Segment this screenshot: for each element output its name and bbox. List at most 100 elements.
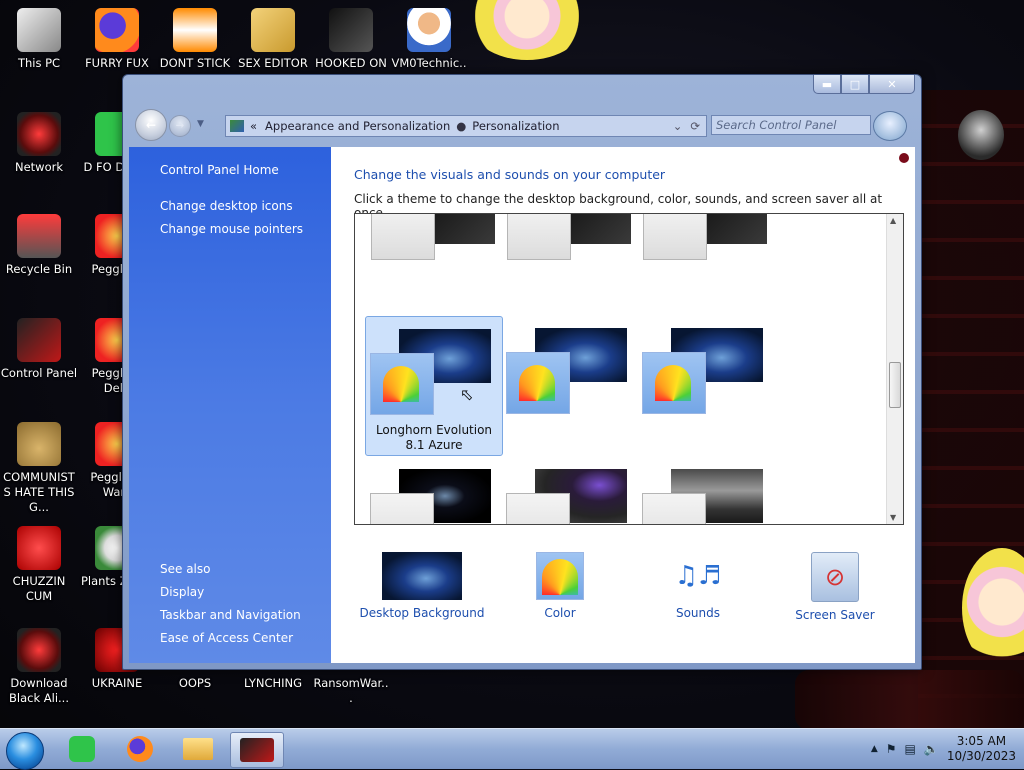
- theme-tile[interactable]: [641, 328, 777, 418]
- money-bag-icon: [17, 422, 61, 466]
- desktop-icon[interactable]: COMMUNISTS HATE THIS G...: [0, 422, 78, 515]
- theme-tile[interactable]: [369, 469, 505, 524]
- desktop-icon-label: DONT STICK: [159, 56, 231, 70]
- vlc-cone-icon: [173, 8, 217, 52]
- desktop-icon[interactable]: This PC: [0, 8, 78, 71]
- desktop-icon[interactable]: HOOKED ON: [312, 8, 390, 71]
- back-button[interactable]: ←: [135, 109, 167, 141]
- change-mouse-pointers-link[interactable]: Change mouse pointers: [160, 222, 303, 236]
- theme-tile[interactable]: [369, 214, 505, 260]
- help-icon[interactable]: [873, 111, 907, 141]
- window-caption-buttons: ▬ □ ✕: [813, 75, 915, 94]
- control-panel-window: ▬ □ ✕ ← → ▼ « Appearance and Personaliza…: [122, 74, 922, 670]
- sounds-label: Sounds: [675, 606, 721, 620]
- color-fan-icon: [655, 365, 691, 401]
- maze-game-icon: [329, 8, 373, 52]
- theme-gallery: Longhorn Evolution 8.1 Azure ⬁ ▲ ▼: [354, 213, 904, 525]
- ease-of-access-link[interactable]: Ease of Access Center: [160, 631, 293, 645]
- taskbar-app-control-panel[interactable]: [230, 732, 284, 768]
- status-dot-icon: [899, 153, 909, 163]
- file-explorer-icon: [183, 738, 213, 760]
- close-button[interactable]: ✕: [869, 75, 915, 94]
- scroll-down-icon[interactable]: ▼: [890, 513, 896, 522]
- display-link[interactable]: Display: [160, 585, 204, 599]
- maximize-icon: □: [849, 77, 861, 91]
- desktop-icon-label: LYNCHING: [243, 676, 303, 690]
- start-orb-icon[interactable]: [6, 732, 44, 770]
- forward-button[interactable]: →: [169, 115, 191, 137]
- desktop-icon-label: This PC: [17, 56, 61, 70]
- theme-tile[interactable]: [505, 214, 641, 260]
- main-content: Change the visuals and sounds on your co…: [331, 147, 915, 663]
- color-fan-icon: [383, 366, 419, 402]
- desktop-icon-label: RansomWar...: [313, 676, 389, 705]
- alien-orb-icon: [17, 628, 61, 672]
- desktop-background-button[interactable]: Desktop Background: [357, 552, 487, 620]
- theme-tile[interactable]: [641, 469, 777, 524]
- desktop-icon[interactable]: Network: [0, 112, 78, 175]
- theme-name-line2: 8.1 Azure: [405, 438, 463, 452]
- desktop-icon[interactable]: Download Black Ali...: [0, 628, 78, 706]
- desktop-icon[interactable]: Recycle Bin: [0, 214, 78, 277]
- wallpaper-art-bottom: [795, 670, 1024, 730]
- breadcrumb-personalization[interactable]: Personalization: [472, 119, 559, 133]
- address-dropdown-icon[interactable]: ⌄: [673, 119, 683, 133]
- theme-color-swatch: [506, 493, 570, 524]
- recycle-bin-icon: [17, 214, 61, 258]
- taskbar-app-firefox[interactable]: [114, 732, 166, 766]
- clock[interactable]: 3:05 AM 10/30/2023: [947, 734, 1016, 764]
- theme-tile[interactable]: [505, 469, 641, 524]
- network-icon[interactable]: ▤: [905, 742, 916, 756]
- chuzzle-icon: [17, 526, 61, 570]
- theme-color-swatch: [506, 352, 570, 414]
- desktop-icon-label: SEX EDITOR: [238, 56, 308, 70]
- theme-tile[interactable]: [505, 328, 641, 418]
- minimize-button[interactable]: ▬: [813, 75, 841, 94]
- desktop-icon[interactable]: CHUZZIN CUM: [0, 526, 78, 604]
- control-panel-small-icon: [230, 120, 244, 132]
- action-center-flag-icon[interactable]: ⚑: [886, 742, 897, 756]
- taskbar-app-explorer[interactable]: [172, 732, 224, 766]
- recent-pages-icon[interactable]: ▼: [197, 119, 204, 129]
- screen-saver-button[interactable]: ⊘ Screen Saver: [770, 552, 900, 622]
- color-button[interactable]: Color: [495, 552, 625, 620]
- desktop-icon-label: COMMUNISTS HATE THIS G...: [3, 470, 75, 514]
- system-tray: ▲ ⚑ ▤ 🔈 3:05 AM 10/30/2023: [871, 729, 1016, 769]
- theme-color-swatch: [370, 493, 434, 524]
- gallery-scrollbar[interactable]: ▲ ▼: [886, 214, 903, 524]
- desktop-icon-label: Control Panel: [0, 366, 78, 380]
- cartoon-character-image: [468, 0, 586, 60]
- screen-saver-icon: ⊘: [811, 552, 859, 602]
- taskbar-navigation-link[interactable]: Taskbar and Navigation: [160, 608, 301, 622]
- clock-time: 3:05 AM: [956, 734, 1007, 748]
- task-pane: Control Panel Home Change desktop icons …: [129, 147, 331, 663]
- breadcrumb-separator-icon[interactable]: ●: [456, 119, 466, 133]
- theme-tile-selected[interactable]: Longhorn Evolution 8.1 Azure ⬁: [365, 316, 503, 456]
- desktop-icon-label: HOOKED ON: [315, 56, 387, 70]
- address-overflow[interactable]: «: [250, 119, 257, 133]
- show-hidden-icons-icon[interactable]: ▲: [871, 744, 878, 754]
- search-input[interactable]: Search Control Panel: [711, 115, 871, 135]
- desktop-icon[interactable]: Control Panel: [0, 318, 78, 381]
- scrollbar-thumb[interactable]: [889, 362, 901, 408]
- sounds-button[interactable]: ♫♬ Sounds: [633, 552, 763, 620]
- desktop-icon[interactable]: FURRY FUX: [78, 8, 156, 71]
- music-keyboard-icon: ♫♬: [674, 561, 722, 591]
- scroll-up-icon[interactable]: ▲: [890, 216, 896, 225]
- desktop-icon[interactable]: SEX EDITOR: [234, 8, 312, 71]
- color-swatch-icon: [536, 552, 584, 600]
- refresh-icon[interactable]: ⟳: [690, 119, 700, 133]
- volume-icon[interactable]: 🔈: [924, 742, 939, 756]
- desktop-icon[interactable]: DONT STICK: [156, 8, 234, 71]
- change-desktop-icons-link[interactable]: Change desktop icons: [160, 199, 293, 213]
- control-panel-home-link[interactable]: Control Panel Home: [160, 163, 279, 177]
- breadcrumb-appearance[interactable]: Appearance and Personalization: [265, 119, 450, 133]
- address-bar[interactable]: « Appearance and Personalization ● Perso…: [225, 115, 707, 137]
- theme-tile[interactable]: [641, 214, 777, 260]
- desktop-icon-label: Network: [14, 160, 64, 174]
- taskbar-app-green[interactable]: [56, 732, 108, 766]
- maximize-button[interactable]: □: [841, 75, 869, 94]
- hxd-hex-editor-icon: [251, 8, 295, 52]
- green-app-icon: [69, 736, 95, 762]
- desktop-icon-label: OOPS: [178, 676, 212, 690]
